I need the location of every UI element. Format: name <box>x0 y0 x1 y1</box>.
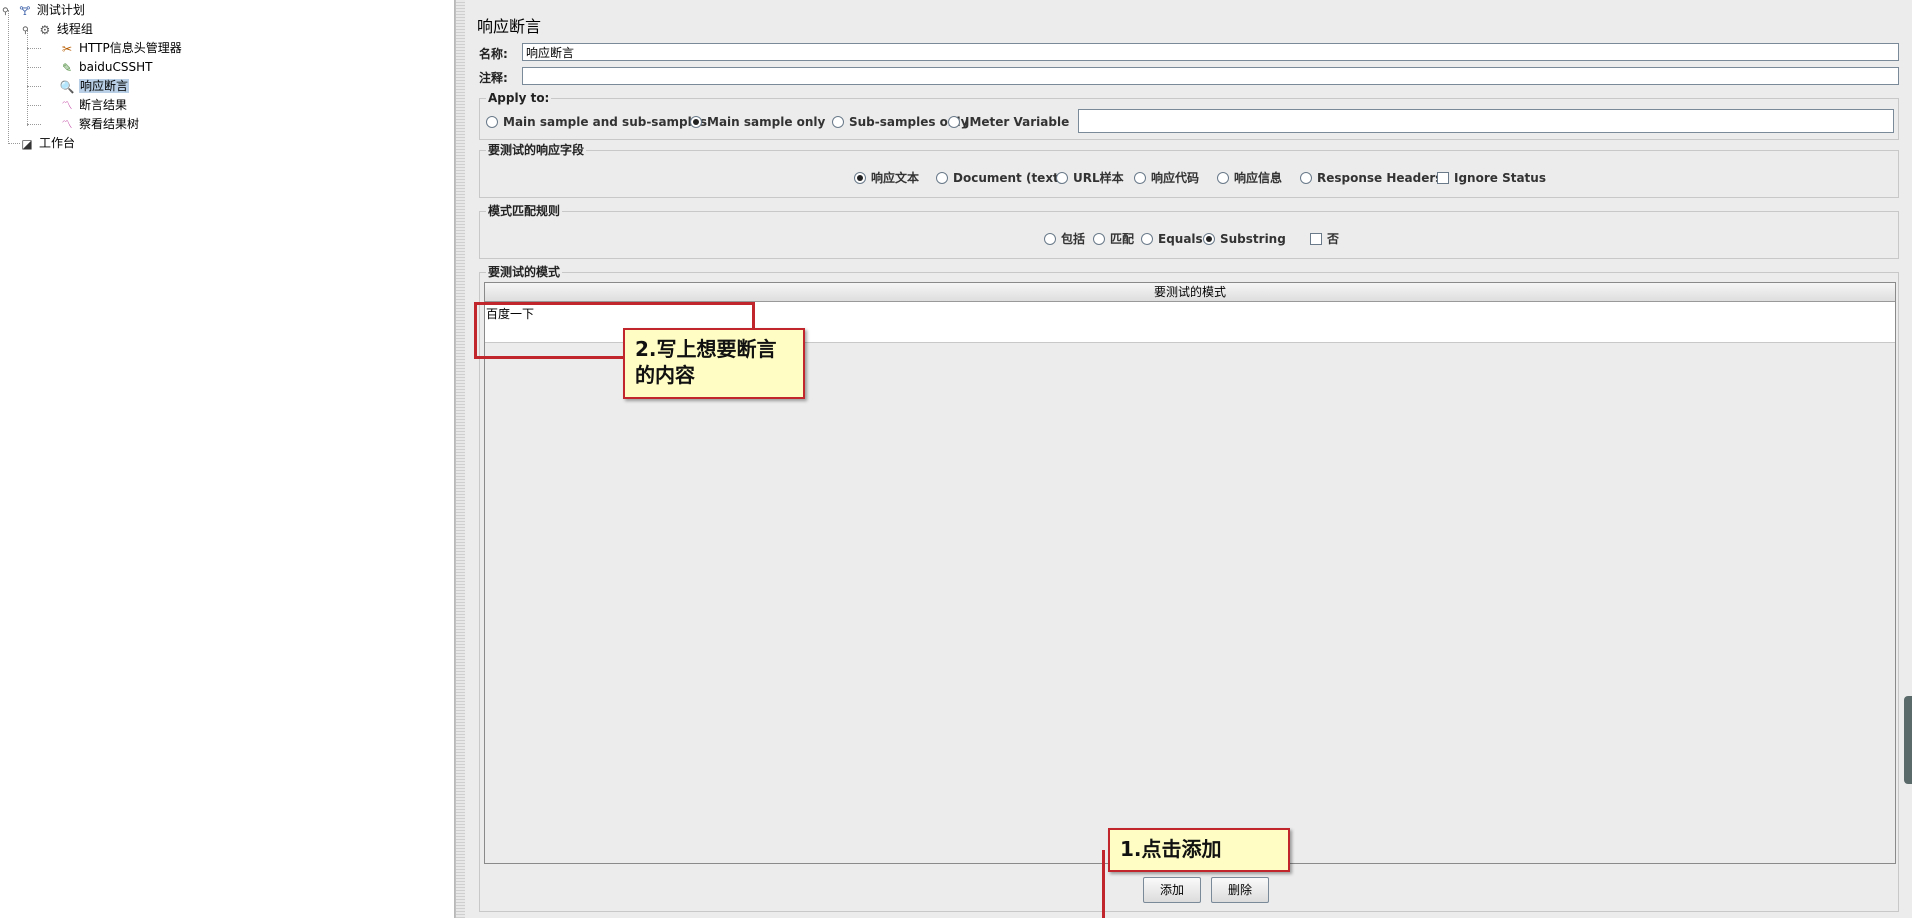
radio-selected-icon <box>690 115 702 128</box>
response-field-title: 要测试的响应字段 <box>486 143 587 157</box>
tree-item-label: 响应断言 <box>79 79 130 93</box>
wrench-icon: ✂ <box>61 41 73 56</box>
tree-item-label: 断言结果 <box>79 98 128 112</box>
radio-response-headers[interactable]: Response Headers <box>1300 170 1442 186</box>
radio-substring[interactable]: Substring <box>1203 231 1286 247</box>
radio-label: Main sample only <box>707 115 826 129</box>
radio-matches[interactable]: 匹配 <box>1093 231 1134 247</box>
tree-item-thread-group[interactable]: ⚲ ⚙ 线程组 <box>22 20 93 38</box>
name-label: 名称: <box>479 47 508 61</box>
radio-label: Response Headers <box>1317 171 1443 185</box>
magnifier-icon: 🔍 <box>59 79 75 94</box>
radio-label: Main sample and sub-samples <box>503 115 708 129</box>
radio-jmeter-variable[interactable]: JMeter Variable <box>948 114 1069 130</box>
chart-icon: 〽 <box>61 117 73 131</box>
radio-circle-icon <box>1141 232 1153 245</box>
radio-url-sample[interactable]: URL样本 <box>1056 170 1124 186</box>
radio-label: URL样本 <box>1073 171 1124 185</box>
radio-label: Document (text) <box>953 171 1065 185</box>
pen-icon: ✎ <box>61 60 73 75</box>
radio-circle-icon <box>936 171 948 184</box>
tree-item-workbench[interactable]: ◪ 工作台 <box>18 134 75 152</box>
radio-circle-icon <box>948 115 960 128</box>
delete-button[interactable]: 删除 <box>1211 877 1269 903</box>
add-button[interactable]: 添加 <box>1143 877 1201 903</box>
expand-toggle-icon[interactable]: ⚲ <box>2 3 12 21</box>
comment-label: 注释: <box>479 71 508 85</box>
expand-toggle-icon[interactable]: ⚲ <box>22 22 32 40</box>
radio-equals[interactable]: Equals <box>1141 231 1203 247</box>
radio-selected-icon <box>854 171 866 184</box>
tree-item-baidu-sampler[interactable]: ✎ baiduCSSHT <box>58 58 153 76</box>
gear-icon: ⚙ <box>39 22 51 37</box>
radio-label: Equals <box>1158 232 1203 246</box>
tree-item-label: 工作台 <box>39 136 76 150</box>
radio-circle-icon <box>1044 232 1056 245</box>
patterns-title: 要测试的模式 <box>486 265 563 279</box>
radio-circle-icon <box>1093 232 1105 245</box>
radio-label: 响应信息 <box>1234 171 1283 185</box>
checkbox-icon <box>1310 232 1322 245</box>
flask-icon: 🝖 <box>19 3 31 18</box>
radio-main-and-sub[interactable]: Main sample and sub-samples <box>486 114 707 130</box>
annotation-step1: 1.点击添加 <box>1108 828 1290 872</box>
response-assertion-panel: 响应断言 名称: 响应断言 注释: Apply to: Main sample … <box>465 0 1912 918</box>
tree-item-label: 线程组 <box>56 22 93 36</box>
checkbox-label: 否 <box>1327 232 1340 246</box>
tree-item-label: HTTP信息头管理器 <box>79 41 182 55</box>
annotation-step2: 2.写上想要断言的内容 <box>623 328 805 399</box>
radio-circle-icon <box>832 115 844 128</box>
radio-label: 匹配 <box>1110 232 1135 246</box>
tree-item-view-results-tree[interactable]: 〽察看结果树 <box>58 115 140 133</box>
radio-label: 响应代码 <box>1151 171 1200 185</box>
workbench-icon: ◪ <box>21 136 33 151</box>
chart-icon: 〽 <box>61 98 73 112</box>
apply-to-title: Apply to: <box>486 91 552 105</box>
response-field-group: 要测试的响应字段 响应文本 Document (text) URL样本 响应代码… <box>479 143 1899 198</box>
radio-response-message[interactable]: 响应信息 <box>1217 170 1282 186</box>
patterns-column-header[interactable]: 要测试的模式 <box>485 283 1895 302</box>
annotation-pointer-line <box>1102 850 1105 918</box>
page-title: 响应断言 <box>477 17 542 36</box>
radio-contains[interactable]: 包括 <box>1044 231 1085 247</box>
tree-item-test-plan[interactable]: ⚲ 🝖 测试计划 <box>2 1 85 19</box>
apply-to-group: Apply to: Main sample and sub-samples Ma… <box>479 91 1899 140</box>
ignore-status-checkbox[interactable]: Ignore Status <box>1437 170 1546 186</box>
radio-circle-icon <box>486 115 498 128</box>
tree-item-assertion-results[interactable]: 〽断言结果 <box>58 96 128 114</box>
name-field[interactable]: 响应断言 <box>522 43 1899 61</box>
radio-response-text[interactable]: 响应文本 <box>854 170 919 186</box>
tree-item-response-assertion[interactable]: 🔍 响应断言 <box>58 77 130 95</box>
scrollbar-handle[interactable] <box>1904 696 1912 784</box>
comment-field[interactable] <box>522 67 1899 85</box>
jmeter-variable-input[interactable] <box>1078 109 1894 133</box>
radio-circle-icon <box>1300 171 1312 184</box>
radio-label: JMeter Variable <box>965 115 1070 129</box>
radio-label: 包括 <box>1061 232 1086 246</box>
pattern-rules-group: 模式匹配规则 包括 匹配 Equals Substring 否 <box>479 204 1899 259</box>
radio-label: 响应文本 <box>871 171 920 185</box>
tree-item-label: 察看结果树 <box>79 117 140 131</box>
radio-response-code[interactable]: 响应代码 <box>1134 170 1199 186</box>
radio-document-text[interactable]: Document (text) <box>936 170 1064 186</box>
radio-circle-icon <box>1217 171 1229 184</box>
pattern-rules-title: 模式匹配规则 <box>486 204 563 218</box>
checkbox-label: Ignore Status <box>1454 171 1546 185</box>
checkbox-icon <box>1437 171 1449 184</box>
test-plan-tree[interactable]: ⚲ 🝖 测试计划 ⚲ ⚙ 线程组 ✂ HTTP信息头管理器 ✎ baiduCSSHT 🔍… <box>0 0 455 918</box>
tree-item-http-header-manager[interactable]: ✂ HTTP信息头管理器 <box>58 39 182 57</box>
not-checkbox[interactable]: 否 <box>1310 231 1339 247</box>
tree-item-label: baiduCSSHT <box>79 60 153 74</box>
radio-main-only[interactable]: Main sample only <box>690 114 825 130</box>
tree-item-label: 测试计划 <box>36 3 85 17</box>
radio-circle-icon <box>1134 171 1146 184</box>
radio-label: Substring <box>1220 232 1286 246</box>
radio-selected-icon <box>1203 232 1215 245</box>
radio-circle-icon <box>1056 171 1068 184</box>
